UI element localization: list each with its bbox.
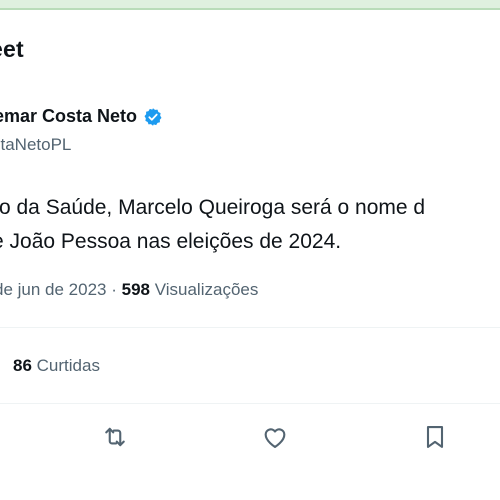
meta-separator: · [106,280,122,299]
likes-count: 86 [13,356,32,375]
tweet-actions [0,423,500,453]
tweet-line-2: e João Pessoa nas eleições de 2024. [0,230,342,253]
divider [0,327,500,328]
page-title: eet [0,36,24,62]
tweet-line-1: ro da Saúde, Marcelo Queiroga será o nom… [0,196,426,219]
likes-stat[interactable]: 86 Curtidas [13,356,100,376]
retweet-icon[interactable] [101,423,129,451]
tweet-date[interactable]: de jun de 2023 [0,280,107,299]
author-handle[interactable]: staNetoPL [0,135,71,155]
views-count: 598 [121,280,150,299]
divider [0,403,500,404]
author-name[interactable]: emar Costa Neto [0,106,163,127]
bookmark-icon[interactable] [421,423,449,451]
heart-icon[interactable] [261,423,289,451]
top-strip [0,0,500,10]
tweet-text: ro da Saúde, Marcelo Queiroga será o nom… [0,191,425,259]
views-label: Visualizações [154,280,259,299]
verified-badge-icon [143,107,163,127]
tweet-meta: de jun de 2023 · 598 Visualizações [0,280,258,300]
author-name-label: emar Costa Neto [0,106,138,126]
likes-label: Curtidas [36,356,100,375]
